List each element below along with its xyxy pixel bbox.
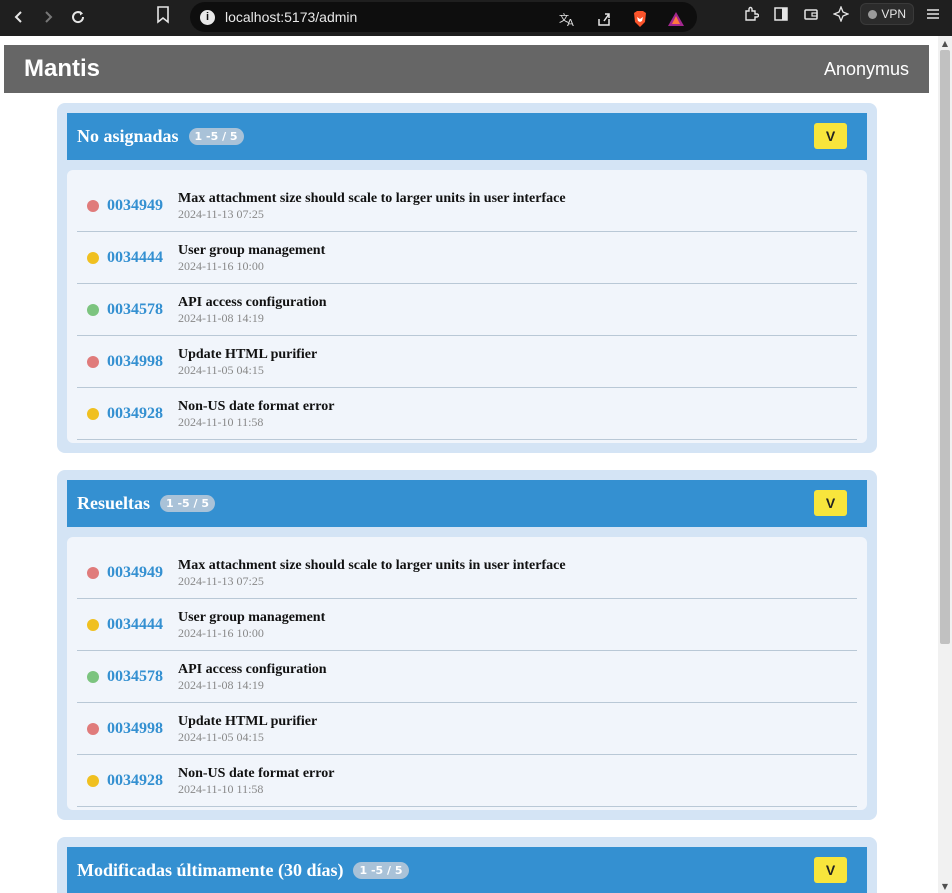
menu-icon[interactable] xyxy=(922,3,944,25)
scroll-down-icon[interactable]: ▼ xyxy=(938,879,952,893)
sidebar-icon[interactable] xyxy=(770,3,792,25)
panel-header: Modificadas últimamente (30 días) 1 -5 /… xyxy=(67,847,867,893)
ticket-date: 2024-11-05 04:15 xyxy=(178,363,264,377)
ticket-row[interactable]: 0034578 API access configuration 2024-11… xyxy=(77,284,857,336)
count-badge: 1 -5 / 5 xyxy=(160,495,216,512)
ticket-id-link[interactable]: 0034444 xyxy=(107,249,169,267)
wallet-icon[interactable] xyxy=(800,3,822,25)
panel-header: Resueltas 1 -5 / 5 V xyxy=(67,480,867,527)
ticket-row[interactable]: 0034928 Non-US date format error 2024-11… xyxy=(77,388,857,440)
ticket-row[interactable]: 0034444 User group management 2024-11-16… xyxy=(77,599,857,651)
share-icon[interactable] xyxy=(593,8,615,30)
page-scrollbar[interactable]: ▲ ▼ xyxy=(938,36,952,893)
status-dot xyxy=(87,722,99,735)
toggle-button[interactable]: V xyxy=(814,857,847,883)
reload-button[interactable] xyxy=(63,2,93,32)
ticket-date: 2024-11-10 11:58 xyxy=(178,415,264,429)
ticket-date: 2024-11-13 07:25 xyxy=(178,207,264,221)
ticket-id-link[interactable]: 0034928 xyxy=(107,772,169,790)
status-dot xyxy=(87,566,99,579)
ticket-title: Update HTML purifier xyxy=(178,347,318,362)
ticket-date: 2024-11-10 11:58 xyxy=(178,782,264,796)
ticket-id-link[interactable]: 0034444 xyxy=(107,616,169,634)
ticket-id-link[interactable]: 0034949 xyxy=(107,197,169,215)
ticket-id-link[interactable]: 0034949 xyxy=(107,564,169,582)
status-dot xyxy=(87,774,99,787)
ticket-title: API access configuration xyxy=(178,295,327,310)
ticket-date: 2024-11-16 10:00 xyxy=(178,626,264,640)
status-dot xyxy=(87,670,99,683)
extensions-icon[interactable] xyxy=(740,3,762,25)
status-dot xyxy=(87,618,99,631)
scroll-up-icon[interactable]: ▲ xyxy=(938,36,952,50)
url-text: localhost:5173/admin xyxy=(225,9,358,25)
bookmark-button[interactable] xyxy=(156,6,170,29)
ticket-row[interactable]: 0034578 API access configuration 2024-11… xyxy=(77,651,857,703)
vpn-button[interactable]: VPN xyxy=(860,3,914,25)
ticket-row[interactable]: 0034949 Max attachment size should scale… xyxy=(77,180,857,232)
ticket-id-link[interactable]: 0034578 xyxy=(107,301,169,319)
ticket-date: 2024-11-16 10:00 xyxy=(178,259,264,273)
brave-rewards-icon[interactable] xyxy=(665,8,687,30)
ticket-title: API access configuration xyxy=(178,662,327,677)
status-dot xyxy=(87,407,99,420)
ticket-title: Non-US date format error xyxy=(178,399,335,414)
browser-toolbar: i localhost:5173/admin 文A VPN xyxy=(0,0,952,36)
ticket-date: 2024-11-13 07:25 xyxy=(178,574,264,588)
ticket-title: Update HTML purifier xyxy=(178,714,318,729)
ticket-list: 0034949 Max attachment size should scale… xyxy=(67,170,867,443)
app-title[interactable]: Mantis xyxy=(24,55,100,83)
panel-no-asignadas: No asignadas 1 -5 / 5 V 0034949 Max atta… xyxy=(57,103,877,453)
ticket-list: 0034949 Max attachment size should scale… xyxy=(67,537,867,810)
svg-text:A: A xyxy=(567,18,574,27)
status-dot xyxy=(87,251,99,264)
reload-icon xyxy=(72,11,85,24)
brave-shield-icon[interactable] xyxy=(629,8,651,30)
status-dot xyxy=(87,355,99,368)
site-info-icon[interactable]: i xyxy=(200,9,215,25)
ticket-id-link[interactable]: 0034998 xyxy=(107,720,169,738)
ticket-date: 2024-11-05 04:15 xyxy=(178,730,264,744)
count-badge: 1 -5 / 5 xyxy=(188,128,244,145)
translate-icon[interactable]: 文A xyxy=(557,8,579,30)
ticket-date: 2024-11-08 14:19 xyxy=(178,678,264,692)
panel-title: Modificadas últimamente (30 días) xyxy=(77,860,344,880)
app-header: Mantis Anonymus xyxy=(4,45,929,93)
status-dot xyxy=(87,303,99,316)
forward-button[interactable] xyxy=(33,2,63,32)
ticket-title: Max attachment size should scale to larg… xyxy=(178,191,566,206)
panel-modificadas: Modificadas últimamente (30 días) 1 -5 /… xyxy=(57,837,877,893)
ticket-title: Max attachment size should scale to larg… xyxy=(178,558,566,573)
ticket-id-link[interactable]: 0034998 xyxy=(107,353,169,371)
ticket-row[interactable]: 0034444 User group management 2024-11-16… xyxy=(77,232,857,284)
ticket-title: Non-US date format error xyxy=(178,766,335,781)
ticket-row[interactable]: 0034928 Non-US date format error 2024-11… xyxy=(77,755,857,807)
ticket-title: User group management xyxy=(178,243,326,258)
ticket-row[interactable]: 0034998 Update HTML purifier 2024-11-05 … xyxy=(77,703,857,755)
ticket-row[interactable]: 0034949 Max attachment size should scale… xyxy=(77,547,857,599)
scroll-thumb[interactable] xyxy=(940,50,950,644)
status-dot xyxy=(87,199,99,212)
panel-title: No asignadas xyxy=(77,126,179,146)
panel-resueltas: Resueltas 1 -5 / 5 V 0034949 Max attachm… xyxy=(57,470,877,820)
ticket-date: 2024-11-08 14:19 xyxy=(178,311,264,325)
toggle-button[interactable]: V xyxy=(814,490,847,516)
panel-header: No asignadas 1 -5 / 5 V xyxy=(67,113,867,160)
ticket-row[interactable]: 0034998 Update HTML purifier 2024-11-05 … xyxy=(77,336,857,388)
back-button[interactable] xyxy=(4,2,34,32)
count-badge: 1 -5 / 5 xyxy=(353,862,409,879)
vpn-status-icon xyxy=(868,9,878,19)
ticket-id-link[interactable]: 0034928 xyxy=(107,405,169,423)
panel-title: Resueltas xyxy=(77,493,150,513)
ticket-title: User group management xyxy=(178,610,326,625)
user-name[interactable]: Anonymus xyxy=(824,59,909,80)
vpn-label: VPN xyxy=(881,7,906,21)
leo-ai-icon[interactable] xyxy=(830,3,852,25)
toggle-button[interactable]: V xyxy=(814,123,847,149)
bookmark-icon xyxy=(157,6,169,24)
chevron-left-icon xyxy=(14,11,22,23)
ticket-id-link[interactable]: 0034578 xyxy=(107,668,169,686)
address-bar[interactable]: i localhost:5173/admin 文A xyxy=(190,2,697,32)
chevron-right-icon xyxy=(45,11,53,23)
